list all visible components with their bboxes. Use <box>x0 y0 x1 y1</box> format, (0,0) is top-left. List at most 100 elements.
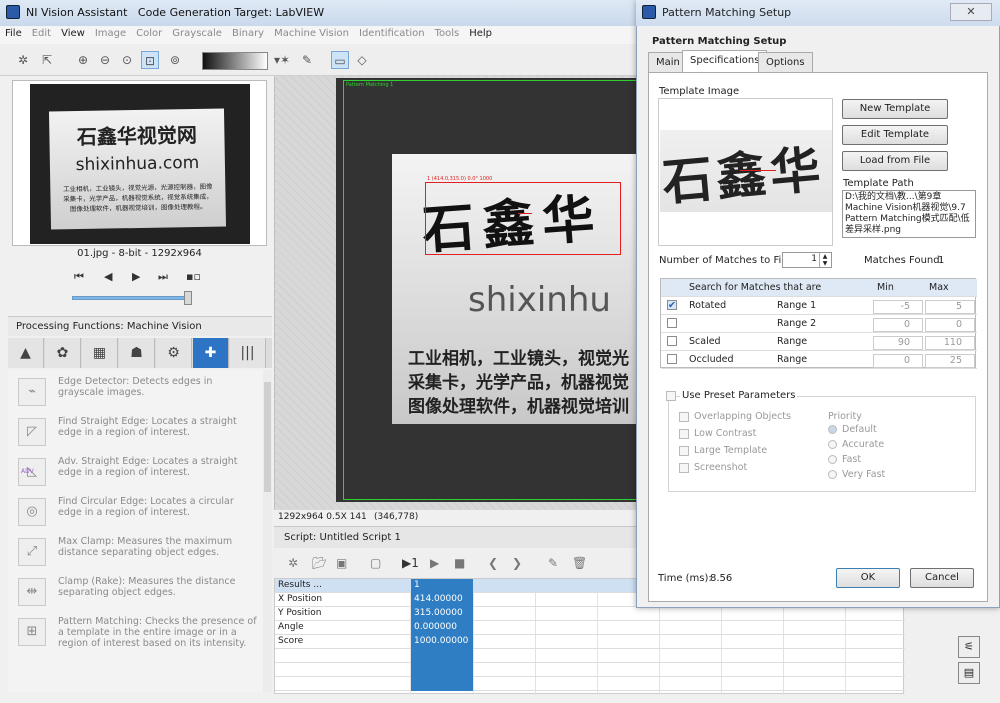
browser-toggle-icon[interactable]: ▪▫ <box>186 270 201 283</box>
function-item[interactable]: ⌁ Edge Detector: Detects edges in graysca… <box>8 372 263 412</box>
preset-checkbox[interactable] <box>679 412 689 422</box>
menu-item[interactable]: Identification <box>354 26 430 41</box>
tab-specifications[interactable]: Specifications <box>682 50 768 72</box>
function-item[interactable]: ◎ Find Circular Edge: Locates a circular … <box>8 492 263 532</box>
first-image-icon[interactable]: ⏮ <box>74 270 84 284</box>
spin-arrows-icon[interactable]: ▲ ▼ <box>819 253 830 267</box>
rectangle-roi-icon[interactable]: ▭ <box>331 51 349 69</box>
preset-checkbox[interactable] <box>679 429 689 439</box>
function-list-scrollbar[interactable] <box>263 370 272 692</box>
max-field[interactable]: 0 <box>925 318 975 332</box>
priority-radio[interactable] <box>828 470 837 479</box>
image-slider[interactable] <box>72 296 190 300</box>
delete-step-icon[interactable]: 🗑︎ <box>572 556 587 570</box>
min-field[interactable]: 0 <box>873 354 923 368</box>
menu-item[interactable]: Help <box>464 26 497 41</box>
menu-item[interactable]: Image <box>90 26 131 41</box>
table-row[interactable]: Angle 0.000000 <box>275 621 905 635</box>
min-field[interactable]: 0 <box>873 318 923 332</box>
zoom-fit-icon[interactable]: ⊙ <box>118 51 136 69</box>
function-item[interactable]: ⇹ Clamp (Rake): Measures the distance sep… <box>8 572 263 612</box>
table-row[interactable]: Score 1000.00000 <box>275 635 905 649</box>
tab-image-icon[interactable]: ▲ <box>8 338 44 368</box>
solution-icon[interactable]: ⚟ <box>958 636 980 658</box>
menu-item[interactable]: View <box>56 26 90 41</box>
min-field[interactable]: 90 <box>873 336 923 350</box>
priority-radio[interactable] <box>828 455 837 464</box>
tab-grayscale-icon[interactable]: ▦ <box>82 338 118 368</box>
save-solution-icon[interactable]: ▤ <box>958 662 980 684</box>
new-script-icon[interactable]: ✲ <box>288 556 298 570</box>
cancel-button[interactable]: Cancel <box>910 568 974 588</box>
match-checkbox[interactable] <box>667 318 677 328</box>
save-script-icon[interactable]: ▣ <box>336 556 347 570</box>
slider-handle[interactable] <box>184 291 192 305</box>
num-matches-stepper[interactable]: 1 ▲ ▼ <box>782 252 832 268</box>
menu-item[interactable]: File <box>0 26 27 41</box>
prev-image-icon[interactable]: ◀ <box>104 270 112 283</box>
step-back-icon[interactable]: ❮ <box>488 556 498 570</box>
comment-icon[interactable]: ▢ <box>370 556 381 570</box>
browse-icon[interactable]: ⇱ <box>38 51 56 69</box>
edit-step-icon[interactable]: ✎ <box>548 556 558 570</box>
table-row[interactable]: Range 2 00 <box>661 315 977 333</box>
max-field[interactable]: 25 <box>925 354 975 368</box>
function-item[interactable]: ⊞ Pattern Matching: Checks the presence o… <box>8 612 263 652</box>
tab-gear-icon[interactable]: ⚙ <box>156 338 192 368</box>
tab-machine-vision-icon[interactable]: ✚ <box>193 338 229 368</box>
min-field[interactable]: -5 <box>873 300 923 314</box>
palette-gradient[interactable] <box>202 52 268 70</box>
table-row[interactable]: Y Position 315.00000 <box>275 607 905 621</box>
tab-binary-icon[interactable]: ☗ <box>119 338 155 368</box>
priority-radio[interactable] <box>828 440 837 449</box>
load-from-file-button[interactable]: Load from File <box>842 151 948 171</box>
max-field[interactable]: 110 <box>925 336 975 350</box>
roi-frame[interactable]: Pattern Matching 1 <box>343 80 640 500</box>
menu-item[interactable]: Edit <box>27 26 56 41</box>
zoom-out-icon[interactable]: ⊖ <box>96 51 114 69</box>
table-row[interactable]: Occluded Range 0 25 <box>661 351 977 369</box>
function-item[interactable]: ◸ Find Straight Edge: Locates a straight … <box>8 412 263 452</box>
menu-item[interactable]: Color <box>131 26 167 41</box>
match-checkbox[interactable]: ✔ <box>667 300 677 310</box>
next-image-icon[interactable]: ▶ <box>132 270 140 283</box>
tab-color-icon[interactable]: ✿ <box>45 338 81 368</box>
last-image-icon[interactable]: ⏭ <box>158 270 168 284</box>
results-column-header[interactable]: 1 <box>411 579 473 593</box>
tab-options[interactable]: Options <box>758 52 813 72</box>
match-checkbox[interactable] <box>667 336 677 346</box>
menu-item[interactable]: Machine Vision <box>269 26 354 41</box>
menu-item[interactable]: Binary <box>227 26 269 41</box>
priority-radio[interactable] <box>828 425 837 434</box>
sparkle-icon[interactable]: ✶ <box>276 51 294 69</box>
preset-checkbox[interactable] <box>679 446 689 456</box>
ok-button[interactable]: OK <box>836 568 900 588</box>
edit-template-button[interactable]: Edit Template <box>842 125 948 145</box>
tab-barcode-icon[interactable]: ||| <box>230 338 266 368</box>
preset-checkbox[interactable] <box>679 463 689 473</box>
pen-icon[interactable]: ✎ <box>298 51 316 69</box>
scrollbar-thumb[interactable] <box>264 382 271 492</box>
table-row[interactable]: ✔ Rotated Range 1 -5 5 <box>661 297 977 315</box>
max-field[interactable]: 5 <box>925 300 975 314</box>
zoom-window-icon[interactable]: ⊡ <box>141 51 159 69</box>
match-checkbox[interactable] <box>667 354 677 364</box>
new-template-button[interactable]: New Template <box>842 99 948 119</box>
function-item[interactable]: ◺ ADV Adv. Straight Edge: Locates a straig… <box>8 452 263 492</box>
function-item[interactable]: ⤢ Max Clamp: Measures the maximum distanc… <box>8 532 263 572</box>
run-icon[interactable]: ▶ <box>430 556 439 570</box>
open-script-icon[interactable]: 📂︎ <box>312 556 327 570</box>
close-icon[interactable]: ✕ <box>950 3 992 21</box>
zoom-one-icon[interactable]: ⊚ <box>166 51 184 69</box>
rotated-rect-icon[interactable]: ◇ <box>353 51 371 69</box>
acquire-icon[interactable]: ✲ <box>14 51 32 69</box>
menu-item[interactable]: Tools <box>430 26 465 41</box>
run-once-icon[interactable]: ▶1 <box>402 556 419 570</box>
step-forward-icon[interactable]: ❯ <box>512 556 522 570</box>
table-row[interactable]: Scaled Range 90 110 <box>661 333 977 351</box>
use-preset-checkbox[interactable] <box>666 391 676 401</box>
template-path-field[interactable]: D:\我的文档\教...\第9章 Machine Vision机器视觉\9.7 … <box>842 190 976 238</box>
zoom-in-icon[interactable]: ⊕ <box>74 51 92 69</box>
stop-icon[interactable]: ■ <box>454 556 465 570</box>
menu-item[interactable]: Grayscale <box>167 26 227 41</box>
